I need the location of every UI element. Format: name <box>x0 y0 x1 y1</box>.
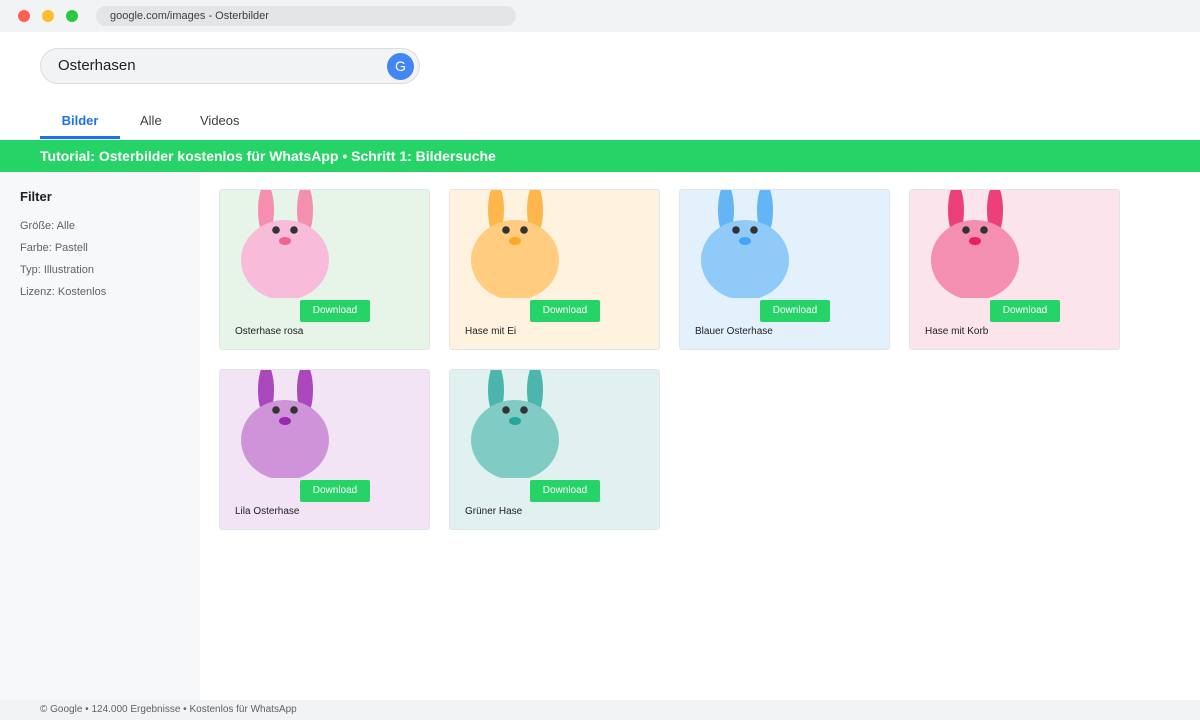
search-input[interactable]: Osterhasen <box>58 49 136 83</box>
bunny-nose <box>279 417 291 425</box>
download-button[interactable]: Download <box>530 480 600 502</box>
bunny-eye-right <box>750 226 758 234</box>
bunny-nose <box>509 237 521 245</box>
bunny-body <box>471 220 559 298</box>
address-bar[interactable]: google.com/images - Osterbilder <box>96 6 516 26</box>
footer-status: © Google • 124.000 Ergebnisse • Kostenlo… <box>0 700 1200 720</box>
bunny-eye-right <box>980 226 988 234</box>
image-caption: Grüner Hase <box>465 506 523 517</box>
image-result-card[interactable]: Download Osterhase rosa <box>219 189 430 350</box>
bunny-eye-left <box>272 226 280 234</box>
bunny-eye-right <box>520 406 528 414</box>
bunny-body <box>931 220 1019 298</box>
download-button[interactable]: Download <box>530 300 600 322</box>
image-result-card[interactable]: Download Hase mit Korb <box>909 189 1120 350</box>
bunny-icon <box>241 370 329 478</box>
image-result-card[interactable]: Download Lila Osterhase <box>219 369 430 530</box>
bunny-icon <box>701 190 789 298</box>
tutorial-banner: Tutorial: Osterbilder kostenlos für What… <box>0 140 1200 172</box>
image-result-card[interactable]: Download Hase mit Ei <box>449 189 660 350</box>
bunny-eye-left <box>502 226 510 234</box>
download-button[interactable]: Download <box>760 300 830 322</box>
minimize-window-button[interactable] <box>42 10 54 22</box>
download-button[interactable]: Download <box>300 480 370 502</box>
bunny-body <box>241 220 329 298</box>
filter-size[interactable]: Größe: Alle <box>20 220 75 232</box>
bunny-eye-right <box>290 226 298 234</box>
bunny-icon <box>241 190 329 298</box>
download-button[interactable]: Download <box>990 300 1060 322</box>
tab-alle[interactable]: Alle <box>140 113 162 128</box>
search-box[interactable]: Osterhasen G <box>40 48 420 84</box>
bunny-eye-right <box>520 226 528 234</box>
tab-bilder[interactable]: Bilder <box>40 113 120 128</box>
active-tab-indicator <box>40 136 120 139</box>
browser-titlebar: google.com/images - Osterbilder <box>0 0 1200 32</box>
bunny-nose <box>279 237 291 245</box>
bunny-nose <box>739 237 751 245</box>
image-result-card[interactable]: Download Grüner Hase <box>449 369 660 530</box>
bunny-body <box>241 400 329 478</box>
image-caption: Hase mit Ei <box>465 326 517 337</box>
google-search-button[interactable]: G <box>387 53 414 80</box>
bunny-eye-right <box>290 406 298 414</box>
image-caption: Osterhase rosa <box>235 326 304 337</box>
maximize-window-button[interactable] <box>66 10 78 22</box>
bunny-body <box>701 220 789 298</box>
bunny-eye-left <box>502 406 510 414</box>
filter-color[interactable]: Farbe: Pastell <box>20 242 88 254</box>
filter-license[interactable]: Lizenz: Kostenlos <box>20 286 106 298</box>
bunny-eye-left <box>962 226 970 234</box>
bunny-eye-left <box>272 406 280 414</box>
tab-videos[interactable]: Videos <box>200 113 240 128</box>
filter-sidebar: Filter Größe: Alle Farbe: Pastell Typ: I… <box>0 172 200 700</box>
filter-type[interactable]: Typ: Illustration <box>20 264 94 276</box>
bunny-icon <box>931 190 1019 298</box>
bunny-nose <box>969 237 981 245</box>
image-caption: Hase mit Korb <box>925 326 989 337</box>
image-result-card[interactable]: Download Blauer Osterhase <box>679 189 890 350</box>
image-caption: Blauer Osterhase <box>695 326 773 337</box>
bunny-body <box>471 400 559 478</box>
filter-title: Filter <box>20 189 52 204</box>
image-caption: Lila Osterhase <box>235 506 300 517</box>
download-button[interactable]: Download <box>300 300 370 322</box>
close-window-button[interactable] <box>18 10 30 22</box>
bunny-eye-left <box>732 226 740 234</box>
bunny-nose <box>509 417 521 425</box>
bunny-icon <box>471 370 559 478</box>
bunny-icon <box>471 190 559 298</box>
